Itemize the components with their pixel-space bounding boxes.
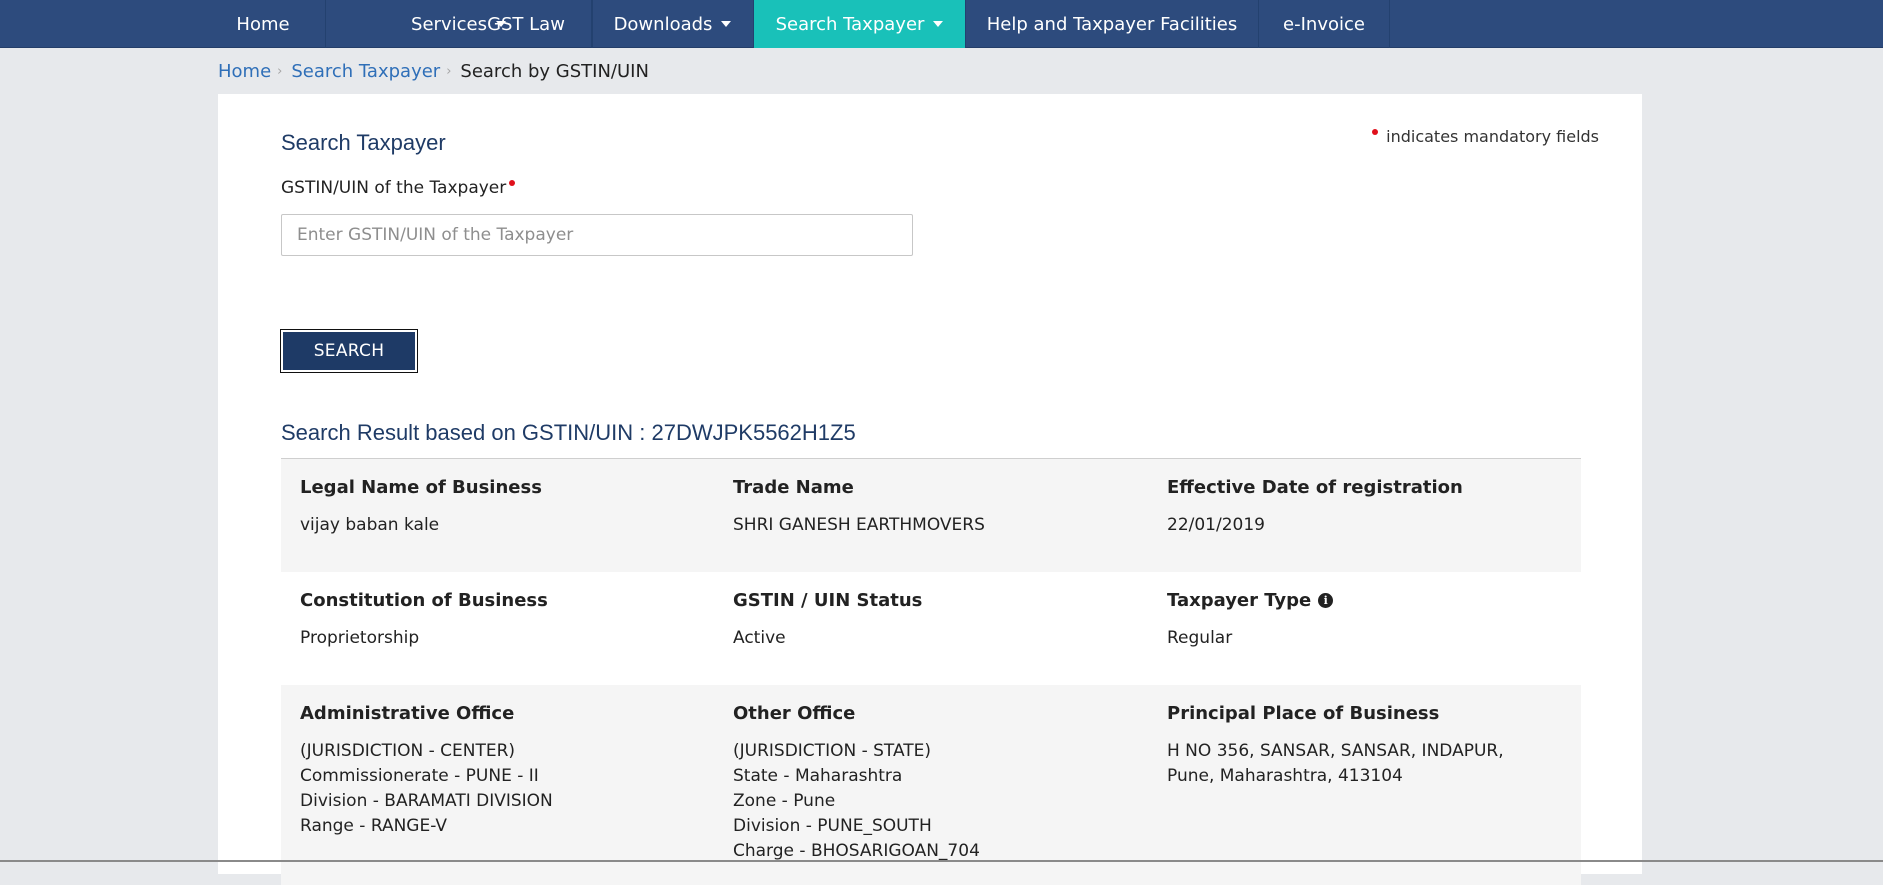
info-circle-icon[interactable]: i <box>1318 593 1334 608</box>
admin-office-line: Commissionerate - PUNE - II <box>300 766 539 786</box>
page-title: Search Taxpayer <box>281 130 446 155</box>
effective-date-label: Effective Date of registration <box>1167 477 1463 498</box>
chevron-right-icon: › <box>277 63 283 79</box>
breadcrumb-search-taxpayer[interactable]: Search Taxpayer <box>291 61 440 82</box>
admin-office-value: (JURISDICTION - CENTER) Commissionerate … <box>300 739 553 839</box>
status-label: GSTIN / UIN Status <box>733 590 923 611</box>
nav-e-invoice-label: e-Invoice <box>1283 13 1365 35</box>
nav-home-label: Home <box>236 13 290 35</box>
result-row-1: Legal Name of Business vijay baban kale … <box>281 459 1581 572</box>
other-office-label: Other Office <box>733 703 856 724</box>
constitution-value: Proprietorship <box>300 628 420 648</box>
admin-office-line: (JURISDICTION - CENTER) <box>300 741 516 761</box>
breadcrumb: Home › Search Taxpayer › Search by GSTIN… <box>218 59 649 83</box>
other-office-line: State - Maharashtra <box>733 766 903 786</box>
result-row-3: Administrative Office (JURISDICTION - CE… <box>281 685 1581 885</box>
search-card: indicates mandatory fields Search Taxpay… <box>218 94 1642 885</box>
breadcrumb-current: Search by GSTIN/UIN <box>460 60 649 82</box>
result-row-2: Constitution of Business Proprietorship … <box>281 572 1581 685</box>
taxpayer-type-value: Regular <box>1167 628 1233 648</box>
top-navigation: Home Services GST Law Downloads Search T… <box>0 0 1883 48</box>
caret-down-icon <box>721 21 732 27</box>
other-office-value: (JURISDICTION - STATE) State - Maharasht… <box>733 739 980 864</box>
legal-name-value: vijay baban kale <box>300 515 440 535</box>
nav-e-invoice[interactable]: e-Invoice <box>1259 0 1390 48</box>
taxpayer-type-label-text: Taxpayer Type <box>1167 590 1312 611</box>
gstin-label: GSTIN/UIN of the Taxpayer <box>281 178 516 198</box>
nav-downloads[interactable]: Downloads <box>592 0 754 48</box>
chevron-right-icon: › <box>446 63 452 79</box>
other-office-line: Zone - Pune <box>733 791 836 811</box>
status-value: Active <box>733 628 786 648</box>
admin-office-line: Division - BARAMATI DIVISION <box>300 791 553 811</box>
other-office-line: (JURISDICTION - STATE) <box>733 741 932 761</box>
trade-name-value: SHRI GANESH EARTHMOVERS <box>733 515 985 535</box>
trade-name-label: Trade Name <box>733 477 854 498</box>
caret-down-icon <box>933 21 944 27</box>
mandatory-note: indicates mandatory fields <box>1372 127 1599 146</box>
principal-place-line: H NO 356, SANSAR, SANSAR, INDAPUR, <box>1167 741 1504 761</box>
other-office-line: Division - PUNE_SOUTH <box>733 816 932 836</box>
taxpayer-type-label: Taxpayer Type i <box>1167 590 1334 611</box>
breadcrumb-home[interactable]: Home <box>218 61 271 82</box>
mandatory-dot-icon <box>1372 128 1379 135</box>
nav-downloads-label: Downloads <box>613 13 713 35</box>
nav-home[interactable]: Home <box>201 0 326 48</box>
nav-help-taxpayer-facilities[interactable]: Help and Taxpayer Facilities <box>966 0 1259 48</box>
principal-place-value: H NO 356, SANSAR, SANSAR, INDAPUR, Pune,… <box>1167 739 1504 789</box>
constitution-label: Constitution of Business <box>300 590 548 611</box>
result-title: Search Result based on GSTIN/UIN : 27DWJ… <box>281 420 856 445</box>
gstin-label-text: GSTIN/UIN of the Taxpayer <box>281 178 507 198</box>
nav-search-taxpayer[interactable]: Search Taxpayer <box>754 0 966 48</box>
search-button[interactable]: SEARCH <box>280 329 418 373</box>
nav-gst-law[interactable]: GST Law <box>461 0 592 48</box>
nav-help-label: Help and Taxpayer Facilities <box>986 13 1238 35</box>
mandatory-note-text: indicates mandatory fields <box>1386 127 1599 146</box>
gstin-input[interactable] <box>281 214 913 256</box>
admin-office-label: Administrative Office <box>300 703 515 724</box>
principal-place-line: Pune, Maharashtra, 413104 <box>1167 766 1403 786</box>
nav-gst-law-label: GST Law <box>487 13 565 35</box>
legal-name-label: Legal Name of Business <box>300 477 542 498</box>
nav-search-taxpayer-label: Search Taxpayer <box>775 13 925 35</box>
principal-place-label: Principal Place of Business <box>1167 703 1440 724</box>
required-dot-icon <box>509 180 516 186</box>
effective-date-value: 22/01/2019 <box>1167 515 1265 535</box>
admin-office-line: Range - RANGE-V <box>300 816 447 836</box>
